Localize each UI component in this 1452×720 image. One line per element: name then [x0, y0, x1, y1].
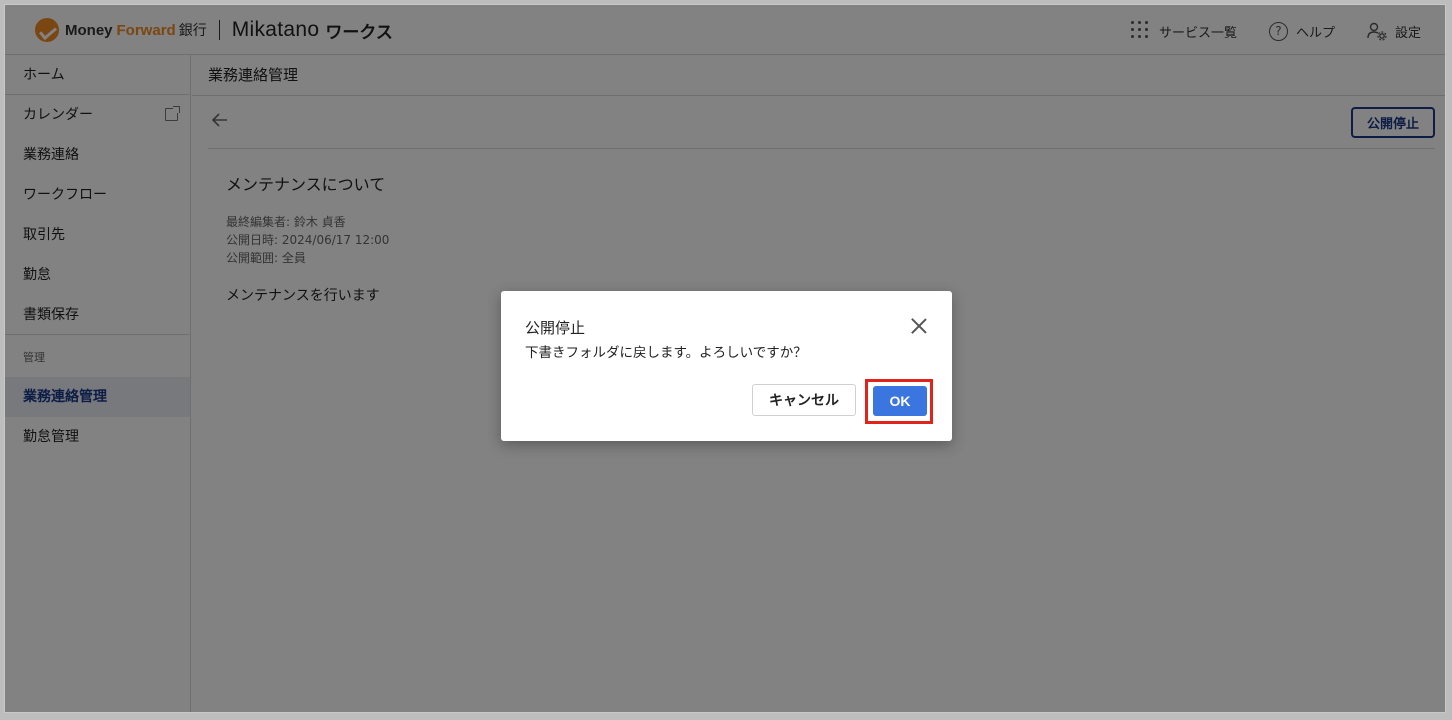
cancel-button[interactable]: キャンセル [752, 384, 856, 416]
ok-button[interactable]: OK [873, 386, 927, 416]
app-window: Money Forward 銀行 Mikatano ワークス サービス一覧 ? … [4, 4, 1446, 713]
confirm-dialog: 公開停止 下書きフォルダに戻します。よろしいですか？ キャンセル OK [501, 291, 952, 441]
dialog-message: 下書きフォルダに戻します。よろしいですか？ [525, 345, 807, 361]
close-icon[interactable] [910, 317, 928, 335]
dialog-title: 公開停止 [525, 319, 586, 337]
